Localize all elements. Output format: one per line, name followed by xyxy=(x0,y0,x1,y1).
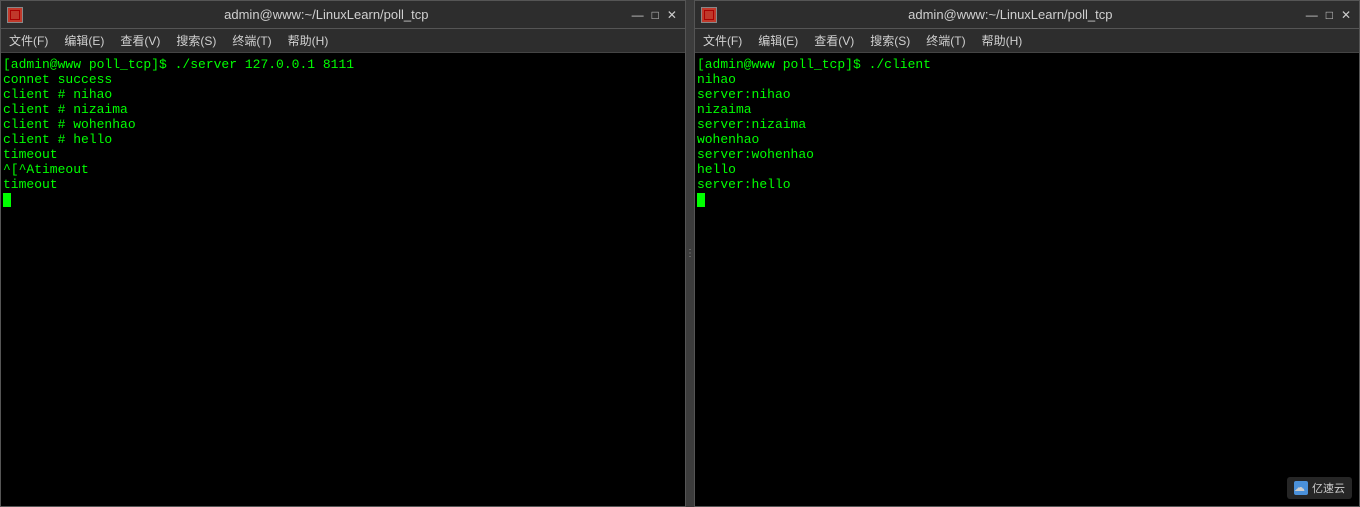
terminal-line: timeout xyxy=(3,177,683,192)
left-title-bar: admin@www:~/LinuxLearn/poll_tcp — □ ✕ xyxy=(1,1,685,29)
window-divider: ⋮ xyxy=(686,0,694,507)
terminal-line: connet success xyxy=(3,72,683,87)
right-menu-terminal[interactable]: 终端(T) xyxy=(922,32,969,49)
terminal-line: timeout xyxy=(3,147,683,162)
terminal-line: [admin@www poll_tcp]$ ./client xyxy=(697,57,1357,72)
left-window-controls: — □ ✕ xyxy=(630,8,679,22)
right-menu-edit[interactable]: 编辑(E) xyxy=(754,32,802,49)
right-close-button[interactable]: ✕ xyxy=(1339,8,1353,22)
left-terminal: admin@www:~/LinuxLearn/poll_tcp — □ ✕ 文件… xyxy=(0,0,686,507)
terminal-line: server:nihao xyxy=(697,87,1357,102)
right-terminal: admin@www:~/LinuxLearn/poll_tcp — □ ✕ 文件… xyxy=(694,0,1360,507)
right-title-bar: admin@www:~/LinuxLearn/poll_tcp — □ ✕ xyxy=(695,1,1359,29)
right-menu-search[interactable]: 搜索(S) xyxy=(866,32,914,49)
right-menu-file[interactable]: 文件(F) xyxy=(699,32,746,49)
left-menu-edit[interactable]: 编辑(E) xyxy=(60,32,108,49)
left-window-icon xyxy=(7,7,23,23)
left-maximize-button[interactable]: □ xyxy=(650,8,661,22)
left-window-title: admin@www:~/LinuxLearn/poll_tcp xyxy=(23,7,630,22)
left-minimize-button[interactable]: — xyxy=(630,8,646,22)
right-terminal-body[interactable]: [admin@www poll_tcp]$ ./clientnihaoserve… xyxy=(695,53,1359,506)
right-maximize-button[interactable]: □ xyxy=(1324,8,1335,22)
left-terminal-body[interactable]: [admin@www poll_tcp]$ ./server 127.0.0.1… xyxy=(1,53,685,506)
cursor xyxy=(3,193,11,207)
terminal-line: wohenhao xyxy=(697,132,1357,147)
terminal-line: client # nizaima xyxy=(3,102,683,117)
left-menu-search[interactable]: 搜索(S) xyxy=(172,32,220,49)
terminal-line: server:nizaima xyxy=(697,117,1357,132)
cursor xyxy=(697,193,705,207)
terminal-line: ^[^Atimeout xyxy=(3,162,683,177)
right-minimize-button[interactable]: — xyxy=(1304,8,1320,22)
left-close-button[interactable]: ✕ xyxy=(665,8,679,22)
terminal-line: server:wohenhao xyxy=(697,147,1357,162)
terminal-line: client # wohenhao xyxy=(3,117,683,132)
right-window-controls: — □ ✕ xyxy=(1304,8,1353,22)
terminal-line: nizaima xyxy=(697,102,1357,117)
left-menu-help[interactable]: 帮助(H) xyxy=(284,32,333,49)
terminal-line: nihao xyxy=(697,72,1357,87)
watermark-text: 亿速云 xyxy=(1312,480,1345,496)
terminal-line: server:hello xyxy=(697,177,1357,192)
right-menu-help[interactable]: 帮助(H) xyxy=(978,32,1027,49)
right-window-title: admin@www:~/LinuxLearn/poll_tcp xyxy=(717,7,1304,22)
left-menu-view[interactable]: 查看(V) xyxy=(116,32,164,49)
terminal-line: client # nihao xyxy=(3,87,683,102)
left-menu-bar: 文件(F) 编辑(E) 查看(V) 搜索(S) 终端(T) 帮助(H) xyxy=(1,29,685,53)
terminal-line: [admin@www poll_tcp]$ ./server 127.0.0.1… xyxy=(3,57,683,72)
right-window-icon xyxy=(701,7,717,23)
right-menu-view[interactable]: 查看(V) xyxy=(810,32,858,49)
watermark: ☁ 亿速云 xyxy=(1287,477,1352,499)
terminal-line: hello xyxy=(697,162,1357,177)
cloud-icon: ☁ xyxy=(1294,481,1308,495)
terminal-line: client # hello xyxy=(3,132,683,147)
left-menu-terminal[interactable]: 终端(T) xyxy=(228,32,275,49)
right-menu-bar: 文件(F) 编辑(E) 查看(V) 搜索(S) 终端(T) 帮助(H) xyxy=(695,29,1359,53)
left-menu-file[interactable]: 文件(F) xyxy=(5,32,52,49)
